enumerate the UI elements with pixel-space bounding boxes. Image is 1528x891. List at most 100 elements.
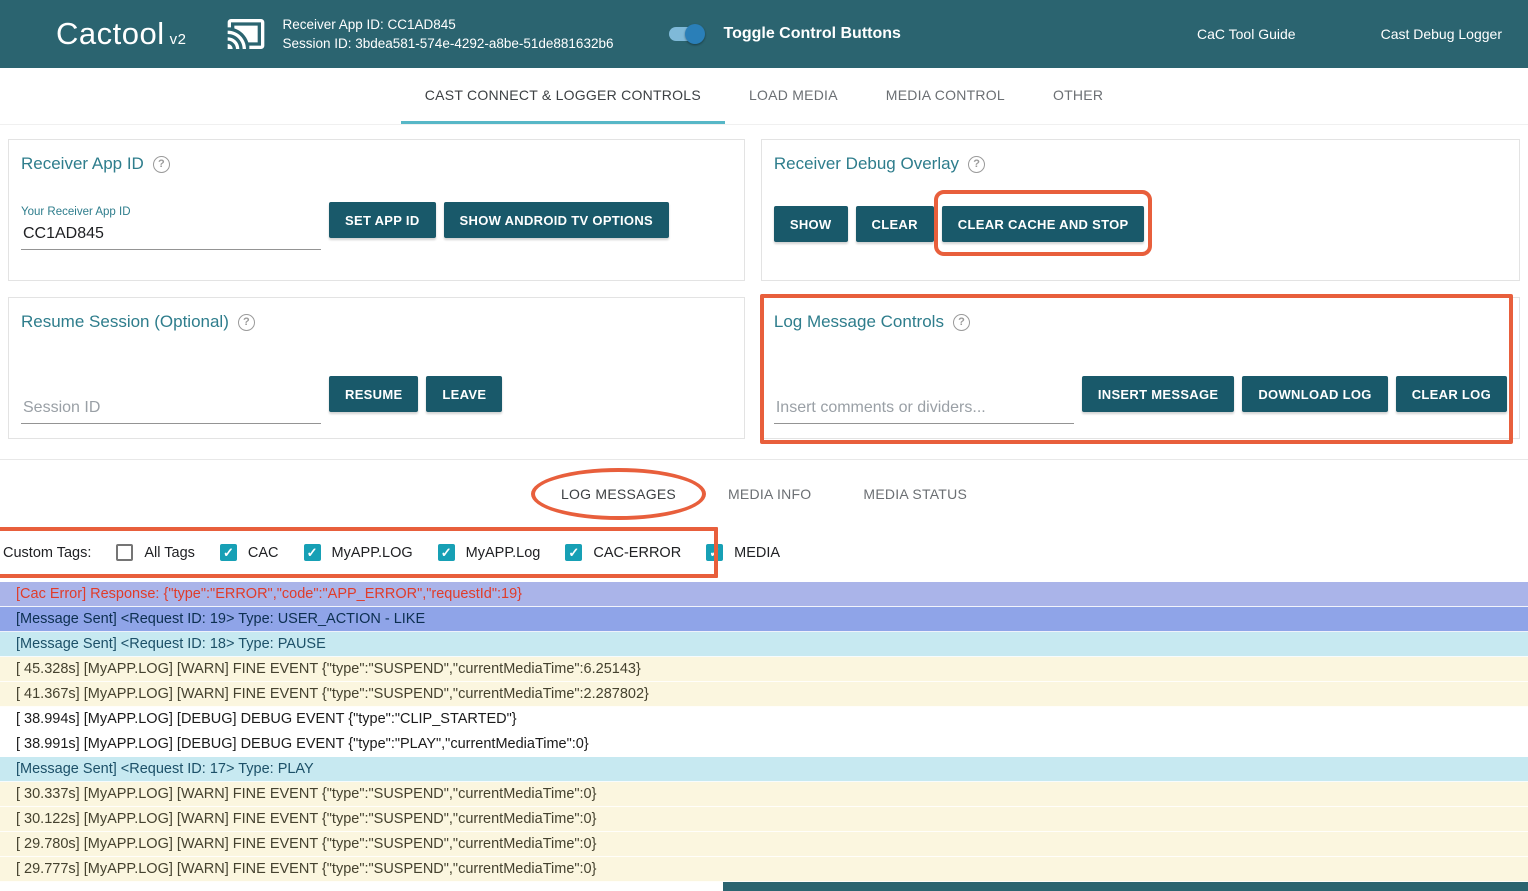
tab-media-control[interactable]: MEDIA CONTROL bbox=[862, 68, 1029, 124]
resume-button[interactable]: RESUME bbox=[329, 376, 418, 412]
log-row: [Message Sent] <Request ID: 19> Type: US… bbox=[0, 607, 1528, 632]
tab-load-media[interactable]: LOAD MEDIA bbox=[725, 68, 862, 124]
log-message-controls-row: INSERT MESSAGE DOWNLOAD LOG CLEAR LOG bbox=[774, 376, 1507, 424]
clear-log-button[interactable]: CLEAR LOG bbox=[1396, 376, 1507, 412]
log-row: [ 41.367s] [MyAPP.LOG] [WARN] FINE EVENT… bbox=[0, 682, 1528, 707]
receiver-app-id-text: Receiver App ID: CC1AD845 bbox=[282, 15, 613, 34]
tag-cac[interactable]: ✓ CAC bbox=[220, 544, 279, 561]
main-tab-bar: CAST CONNECT & LOGGER CONTROLS LOAD MEDI… bbox=[0, 68, 1528, 125]
clear-button[interactable]: CLEAR bbox=[856, 206, 934, 242]
session-info: Receiver App ID: CC1AD845 Session ID: 3b… bbox=[282, 15, 613, 53]
footer-bar bbox=[723, 882, 1528, 891]
myapp-log-mixed-checkbox[interactable]: ✓ bbox=[438, 544, 455, 561]
app-id-input-label: Your Receiver App ID bbox=[21, 206, 321, 218]
receiver-app-id-row: Your Receiver App ID SET APP ID SHOW AND… bbox=[21, 202, 732, 250]
resume-session-buttons: RESUME LEAVE bbox=[329, 376, 502, 412]
tab-media-info[interactable]: MEDIA INFO bbox=[702, 460, 837, 528]
cast-icon bbox=[224, 14, 268, 54]
tag-all-tags[interactable]: All Tags bbox=[116, 544, 195, 561]
app-logo: Cactool v2 bbox=[56, 16, 186, 52]
all-tags-checkbox[interactable] bbox=[116, 544, 133, 561]
toggle-label: Toggle Control Buttons bbox=[723, 25, 900, 43]
app-version: v2 bbox=[170, 31, 187, 48]
log-row: [Message Sent] <Request ID: 18> Type: PA… bbox=[0, 632, 1528, 657]
app-header: Cactool v2 Receiver App ID: CC1AD845 Sess… bbox=[0, 0, 1528, 68]
help-icon[interactable]: ? bbox=[238, 314, 255, 331]
log-row: [ 30.122s] [MyAPP.LOG] [WARN] FINE EVENT… bbox=[0, 807, 1528, 832]
check-icon: ✓ bbox=[568, 545, 579, 561]
resume-session-title-text: Resume Session (Optional) bbox=[21, 312, 229, 332]
custom-tags-bar: Custom Tags: All Tags ✓ CAC ✓ MyAPP.LOG … bbox=[0, 528, 1528, 577]
receiver-debug-overlay-card: Receiver Debug Overlay ? SHOW CLEAR CLEA… bbox=[761, 139, 1520, 281]
toggle-knob bbox=[685, 24, 705, 44]
cast-debug-logger-link[interactable]: Cast Debug Logger bbox=[1381, 26, 1502, 42]
tag-cac-label: CAC bbox=[248, 545, 279, 561]
tag-myapp-log-mixed[interactable]: ✓ MyAPP.Log bbox=[438, 544, 541, 561]
download-log-button[interactable]: DOWNLOAD LOG bbox=[1242, 376, 1387, 412]
tag-cac-error-label: CAC-ERROR bbox=[593, 545, 681, 561]
tab-media-status[interactable]: MEDIA STATUS bbox=[837, 460, 993, 528]
show-button[interactable]: SHOW bbox=[774, 206, 848, 242]
log-row: [ 38.994s] [MyAPP.LOG] [DEBUG] DEBUG EVE… bbox=[0, 707, 1528, 732]
resume-session-card-title: Resume Session (Optional) ? bbox=[21, 312, 732, 332]
tag-myapp-log-upper[interactable]: ✓ MyAPP.LOG bbox=[304, 544, 413, 561]
receiver-app-id-card-title: Receiver App ID ? bbox=[21, 154, 732, 174]
tab-log-messages-label: LOG MESSAGES bbox=[561, 486, 676, 502]
check-icon: ✓ bbox=[709, 545, 720, 561]
check-icon: ✓ bbox=[307, 545, 318, 561]
log-message-list: [Cac Error] Response: {"type":"ERROR","c… bbox=[0, 582, 1528, 882]
help-icon[interactable]: ? bbox=[968, 156, 985, 173]
help-icon[interactable]: ? bbox=[953, 314, 970, 331]
log-row: [Cac Error] Response: {"type":"ERROR","c… bbox=[0, 582, 1528, 607]
session-id-input-group bbox=[21, 393, 321, 424]
tag-media-label: MEDIA bbox=[734, 545, 780, 561]
tab-log-messages[interactable]: LOG MESSAGES bbox=[535, 460, 702, 528]
log-tab-bar: LOG MESSAGES MEDIA INFO MEDIA STATUS bbox=[0, 460, 1528, 528]
log-row: [ 38.991s] [MyAPP.LOG] [DEBUG] DEBUG EVE… bbox=[0, 732, 1528, 757]
log-row: [Message Sent] <Request ID: 17> Type: PL… bbox=[0, 757, 1528, 782]
show-android-tv-options-button[interactable]: SHOW ANDROID TV OPTIONS bbox=[444, 202, 669, 238]
receiver-debug-overlay-title-text: Receiver Debug Overlay bbox=[774, 154, 959, 174]
log-row: [ 30.337s] [MyAPP.LOG] [WARN] FINE EVENT… bbox=[0, 782, 1528, 807]
log-message-controls-card-title: Log Message Controls ? bbox=[774, 312, 1507, 332]
receiver-app-id-title-text: Receiver App ID bbox=[21, 154, 144, 174]
custom-tags-label: Custom Tags: bbox=[3, 545, 91, 561]
control-cards: Receiver App ID ? Your Receiver App ID S… bbox=[0, 125, 1528, 439]
media-checkbox[interactable]: ✓ bbox=[706, 544, 723, 561]
log-control-buttons: INSERT MESSAGE DOWNLOAD LOG CLEAR LOG bbox=[1082, 376, 1507, 412]
clear-cache-annotated-wrap: CLEAR CACHE AND STOP bbox=[942, 206, 1145, 242]
debug-overlay-buttons: SHOW CLEAR CLEAR CACHE AND STOP bbox=[774, 206, 1507, 242]
tag-cac-error[interactable]: ✓ CAC-ERROR bbox=[565, 544, 681, 561]
session-id-input[interactable] bbox=[21, 393, 321, 424]
tab-cast-connect-logger-controls[interactable]: CAST CONNECT & LOGGER CONTROLS bbox=[401, 68, 725, 124]
log-comment-input[interactable] bbox=[774, 393, 1074, 424]
tag-myapp-log-upper-label: MyAPP.LOG bbox=[332, 545, 413, 561]
log-row: [ 45.328s] [MyAPP.LOG] [WARN] FINE EVENT… bbox=[0, 657, 1528, 682]
tag-media[interactable]: ✓ MEDIA bbox=[706, 544, 780, 561]
log-message-controls-title-text: Log Message Controls bbox=[774, 312, 944, 332]
log-comment-input-group bbox=[774, 393, 1074, 424]
cac-error-checkbox[interactable]: ✓ bbox=[565, 544, 582, 561]
cac-checkbox[interactable]: ✓ bbox=[220, 544, 237, 561]
resume-session-row: RESUME LEAVE bbox=[21, 376, 732, 424]
check-icon: ✓ bbox=[223, 545, 234, 561]
app-id-buttons: SET APP ID SHOW ANDROID TV OPTIONS bbox=[329, 202, 669, 238]
tag-myapp-log-mixed-label: MyAPP.Log bbox=[466, 545, 541, 561]
insert-message-button[interactable]: INSERT MESSAGE bbox=[1082, 376, 1235, 412]
help-icon[interactable]: ? bbox=[153, 156, 170, 173]
leave-button[interactable]: LEAVE bbox=[426, 376, 502, 412]
cac-tool-guide-link[interactable]: CaC Tool Guide bbox=[1197, 26, 1296, 42]
log-message-controls-card: Log Message Controls ? INSERT MESSAGE DO… bbox=[761, 297, 1520, 439]
tab-other[interactable]: OTHER bbox=[1029, 68, 1127, 124]
log-row: [ 29.777s] [MyAPP.LOG] [WARN] FINE EVENT… bbox=[0, 857, 1528, 882]
myapp-log-upper-checkbox[interactable]: ✓ bbox=[304, 544, 321, 561]
control-buttons-toggle[interactable] bbox=[667, 24, 705, 44]
clear-cache-and-stop-button[interactable]: CLEAR CACHE AND STOP bbox=[942, 206, 1145, 242]
app-logo-text: Cactool bbox=[56, 16, 165, 51]
set-app-id-button[interactable]: SET APP ID bbox=[329, 202, 436, 238]
receiver-debug-overlay-card-title: Receiver Debug Overlay ? bbox=[774, 154, 1507, 174]
resume-session-card: Resume Session (Optional) ? RESUME LEAVE bbox=[8, 297, 745, 439]
app-id-input-group: Your Receiver App ID bbox=[21, 206, 321, 250]
receiver-app-id-card: Receiver App ID ? Your Receiver App ID S… bbox=[8, 139, 745, 281]
app-id-input[interactable] bbox=[21, 219, 321, 250]
